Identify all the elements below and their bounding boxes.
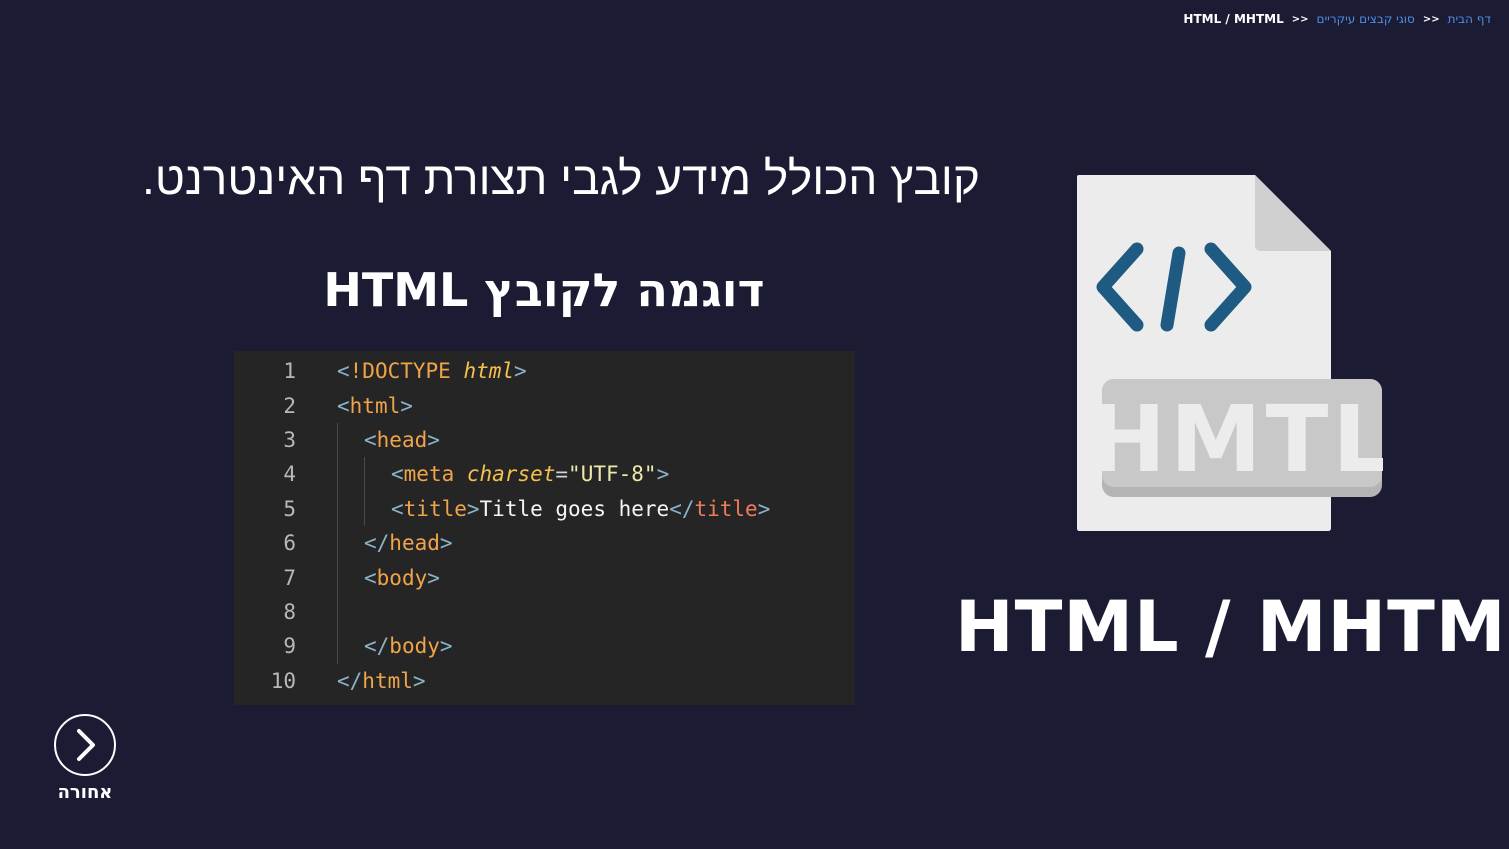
page-description: קובץ הכולל מידע לגבי תצורת דף האינטרנט.: [142, 152, 980, 204]
code-token: body: [376, 565, 428, 590]
code-token: >: [656, 462, 670, 487]
code-token: head: [389, 531, 440, 556]
code-text: < body >: [337, 560, 855, 595]
breadcrumb-home-link[interactable]: דף הבית: [1448, 12, 1491, 26]
code-line: 5 < title > Title goes here </title >: [234, 491, 855, 526]
code-line: 4 < meta charset = "UTF-8" >: [234, 457, 855, 492]
file-badge-label: HMTL: [1089, 386, 1383, 493]
code-token: <: [364, 565, 377, 590]
example-heading: דוגמה לקובץ HTML: [323, 263, 765, 317]
back-button[interactable]: אחורה: [40, 714, 130, 814]
code-text: < meta charset = "UTF-8" >: [337, 457, 855, 492]
code-token: <: [391, 496, 404, 521]
breadcrumb-category-link[interactable]: סוגי קבצים עיקריים: [1317, 12, 1415, 26]
code-token: <: [391, 462, 404, 487]
code-token: !DOCTYPE: [349, 359, 464, 384]
code-text: </html >: [337, 664, 855, 698]
breadcrumb: דף הבית << סוגי קבצים עיקריים << HTML / …: [1183, 12, 1491, 26]
code-token: <: [364, 427, 377, 452]
page-title: HTML / MHTML: [955, 586, 1509, 668]
code-line: 2 < html >: [234, 388, 855, 422]
line-number: 7: [283, 565, 296, 590]
code-token: "UTF-8": [568, 462, 657, 487]
code-token: <: [337, 359, 350, 384]
code-token: charset: [466, 462, 556, 487]
back-circle[interactable]: [54, 714, 116, 776]
line-number: 2: [283, 393, 296, 418]
code-token: title: [403, 496, 467, 521]
code-line: 7 < body >: [234, 560, 855, 595]
line-number: 10: [270, 668, 296, 693]
breadcrumb-separator: <<: [1422, 13, 1440, 25]
code-token: <: [337, 393, 350, 418]
code-text: < title > Title goes here </title >: [337, 491, 855, 526]
code-token: >: [427, 427, 440, 452]
code-token: >: [439, 531, 453, 556]
breadcrumb-current: HTML / MHTML: [1183, 12, 1284, 26]
code-token: >: [439, 634, 453, 659]
code-line: 6 </head >: [234, 525, 855, 561]
code-line: 10 </html >: [234, 664, 855, 698]
code-token: >: [757, 496, 771, 521]
line-number: 5: [283, 496, 296, 521]
code-token: </: [364, 531, 390, 556]
code-line: 9 </body >: [234, 629, 855, 664]
code-token: >: [514, 359, 527, 384]
code-token: =: [555, 462, 569, 487]
breadcrumb-separator: <<: [1291, 13, 1309, 25]
code-text: [337, 594, 855, 630]
code-text: < !DOCTYPE html >: [337, 354, 855, 388]
code-token: >: [466, 496, 480, 521]
code-token: html: [362, 668, 413, 693]
file-document-icon: HMTL: [1077, 175, 1391, 531]
code-token: >: [427, 565, 440, 590]
code-text: < head >: [337, 422, 855, 458]
code-token: body: [389, 634, 440, 659]
code-token: title: [694, 496, 758, 521]
line-number: 8: [283, 599, 296, 624]
code-token: Title goes here: [479, 496, 670, 521]
code-example: 1 < !DOCTYPE html >2 < html >3 < head >4 < meta cha…: [234, 351, 855, 705]
code-token: html: [349, 393, 401, 418]
code-line: 1 < !DOCTYPE html >: [234, 354, 855, 388]
code-text: </body >: [337, 629, 855, 664]
line-number: 1: [283, 359, 296, 384]
line-number: 4: [283, 462, 296, 487]
code-token: </: [669, 496, 695, 521]
code-token: </: [364, 634, 390, 659]
code-token: >: [412, 668, 426, 693]
code-line: 8: [234, 594, 855, 630]
line-number: 9: [283, 634, 296, 659]
code-token: html: [463, 359, 515, 384]
chevron-right-icon: [77, 729, 95, 761]
code-token: </: [337, 668, 363, 693]
code-token: meta: [403, 462, 467, 487]
code-token: head: [376, 427, 428, 452]
code-text: </head >: [337, 525, 855, 561]
line-number: 6: [283, 531, 296, 556]
code-line: 3 < head >: [234, 422, 855, 458]
back-button-label: אחורה: [57, 782, 113, 803]
html-file-icon: HMTL: [1077, 175, 1391, 531]
line-number: 3: [283, 427, 296, 452]
code-token: >: [400, 393, 413, 418]
code-text: < html >: [337, 388, 855, 422]
